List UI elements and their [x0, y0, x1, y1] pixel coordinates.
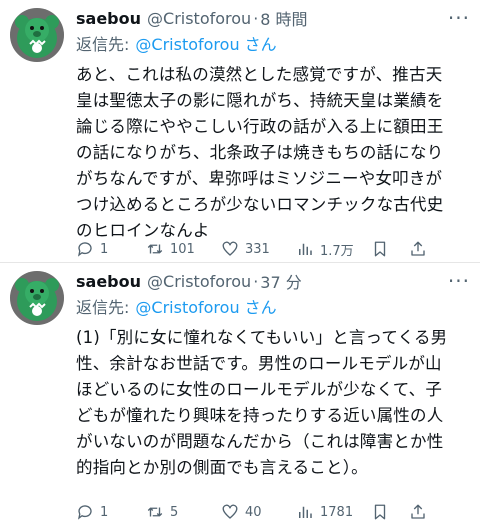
bookmark-icon [374, 241, 386, 257]
bookmark-button[interactable] [371, 503, 409, 521]
avatar[interactable] [10, 271, 64, 325]
bookmark-icon [374, 504, 386, 520]
reply-context: 返信先: @Cristoforou さん [76, 293, 470, 319]
bookmark-button[interactable] [371, 240, 409, 258]
reply-mention-link[interactable]: @Cristoforou さん [135, 31, 276, 55]
user-handle[interactable]: @Cristoforou [147, 272, 251, 291]
timestamp[interactable]: 8 時間 [260, 6, 307, 30]
post-1[interactable]: saebou @Cristoforou · 8 時間 ··· 返信先: @Cri… [0, 0, 480, 262]
post-text: あと、これは私の漠然とした感覚ですが、推古天 皇は聖徳太子の影に隠れがち、持統天… [76, 65, 444, 240]
views-button[interactable]: 1.7万 [296, 240, 371, 259]
like-count: 40 [245, 504, 262, 520]
heart-icon [222, 241, 238, 256]
retweet-count: 5 [170, 504, 179, 520]
like-count: 331 [245, 241, 270, 257]
separator-dot: · [253, 271, 259, 291]
reply-mention-link[interactable]: @Cristoforou さん [135, 294, 276, 318]
reply-context: 返信先: @Cristoforou さん [76, 30, 470, 56]
like-button[interactable]: 40 [221, 503, 296, 521]
reply-button[interactable]: 1 [76, 240, 146, 258]
share-icon [411, 504, 425, 519]
share-button[interactable] [409, 503, 431, 521]
display-name[interactable]: saebou [76, 272, 141, 291]
share-icon [411, 241, 425, 256]
action-bar: 1 101 331 1.7万 [76, 238, 472, 260]
reply-count: 1 [100, 504, 109, 520]
reply-count: 1 [100, 241, 109, 257]
retweet-icon [147, 507, 163, 517]
post-header: saebou @Cristoforou · 8 時間 ··· [76, 6, 470, 30]
share-button[interactable] [409, 240, 431, 258]
display-name[interactable]: saebou [76, 9, 141, 28]
post-header: saebou @Cristoforou · 37 分 ··· [76, 269, 470, 293]
reply-icon [77, 242, 92, 257]
reply-label: 返信先: [76, 35, 130, 54]
views-chart-icon [299, 243, 312, 255]
view-count: 1781 [320, 504, 354, 520]
reply-icon [77, 505, 92, 520]
retweet-button[interactable]: 5 [146, 503, 221, 521]
avatar[interactable] [10, 8, 64, 62]
heart-icon [222, 504, 238, 519]
reply-label: 返信先: [76, 298, 130, 317]
user-handle[interactable]: @Cristoforou [147, 9, 251, 28]
ellipsis-icon[interactable]: ··· [448, 8, 470, 28]
timestamp[interactable]: 37 分 [260, 269, 301, 293]
reply-button[interactable]: 1 [76, 503, 146, 521]
retweet-button[interactable]: 101 [146, 240, 221, 258]
like-button[interactable]: 331 [221, 240, 296, 258]
views-button[interactable]: 1781 [296, 503, 371, 521]
views-chart-icon [299, 506, 312, 518]
action-bar: 1 5 40 1781 [76, 501, 472, 523]
ellipsis-icon[interactable]: ··· [448, 271, 470, 291]
retweet-icon [147, 244, 163, 254]
post-text: (1)「別に女に憧れなくてもいい」と言ってくる男 性、余計なお世話です。男性のロ… [76, 328, 448, 477]
bear-avatar-icon [10, 8, 64, 62]
retweet-count: 101 [170, 241, 195, 257]
view-count: 1.7万 [320, 243, 354, 259]
separator-dot: · [253, 8, 259, 28]
bear-avatar-icon [10, 271, 64, 325]
post-2[interactable]: saebou @Cristoforou · 37 分 ··· 返信先: @Cri… [0, 263, 480, 525]
